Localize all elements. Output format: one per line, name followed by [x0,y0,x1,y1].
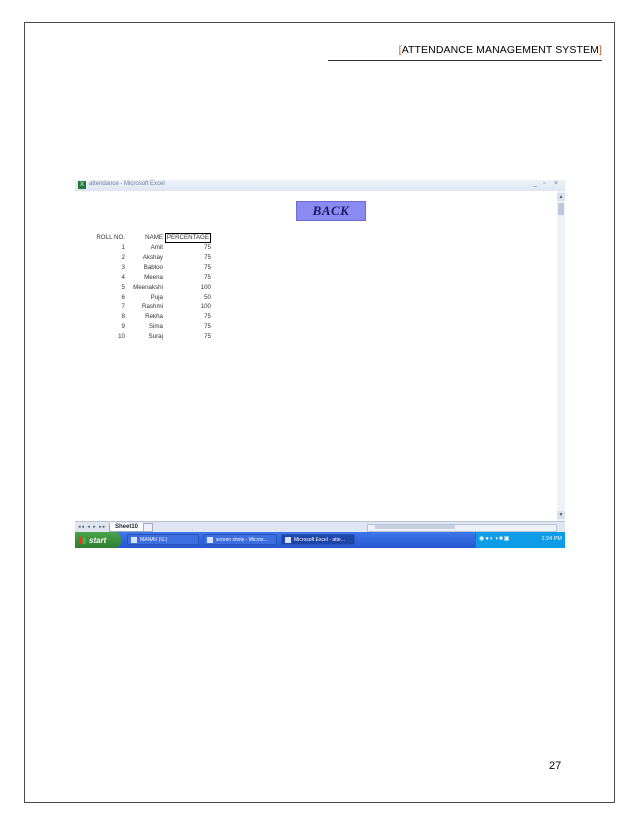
tray-icons[interactable]: ◉●◐◑■▣ [479,535,510,542]
document-icon [207,537,213,543]
header-name: NAME [145,234,163,241]
cell-roll-no[interactable]: 9 [75,323,125,331]
excel-icon [285,537,291,543]
cell-name[interactable]: Rekha [123,313,163,321]
cell-name[interactable]: Puja [123,294,163,302]
minimize-icon[interactable]: _ [533,180,537,187]
taskbar-item-label: screen shots - Micros... [216,537,268,543]
cell-name[interactable]: Sima [123,323,163,331]
cell-percentage[interactable]: 75 [165,313,211,321]
cell-percentage[interactable]: 75 [165,244,211,252]
cell-name[interactable]: Akshay [123,254,163,262]
excel-app-icon: X [78,181,86,189]
scroll-down-icon[interactable]: ▼ [557,511,565,519]
windows-flag-icon [79,536,86,544]
cell-roll-no[interactable]: 4 [75,274,125,282]
insert-sheet-icon[interactable] [143,523,153,532]
cell-percentage[interactable]: 75 [165,264,211,272]
header-percentage-selected-cell[interactable]: PERCENTAGE [165,233,211,243]
cell-percentage[interactable]: 75 [165,274,211,282]
taskbar-item-label: Microsoft Excel - atte... [294,537,345,543]
cell-roll-no[interactable]: 3 [75,264,125,272]
cell-name[interactable]: Meenakshi [123,284,163,292]
cell-percentage[interactable]: 100 [165,284,211,292]
sheet-nav-arrows-icon[interactable]: ◂◂ ◂ ▸ ▸▸ [78,524,106,530]
cell-roll-no[interactable]: 1 [75,244,125,252]
tab-sheet10[interactable]: Sheet10 [109,523,145,532]
cell-name[interactable]: Suraj [123,333,163,341]
window-title: attendance - Microsoft Excel [89,181,165,187]
cell-percentage[interactable]: 75 [165,323,211,331]
worksheet-area[interactable]: BACK ROLL NO. NAME PERCENTAGE 1 Amit 75 2 Ak… [75,191,557,521]
windows-taskbar: start MANAV (G:) screen shots - Micros..… [75,532,565,548]
cell-roll-no[interactable]: 10 [75,333,125,341]
horizontal-scroll-thumb[interactable] [375,525,455,529]
cell-roll-no[interactable]: 2 [75,254,125,262]
back-button[interactable]: BACK [296,201,366,221]
cell-name[interactable]: Rashmi [123,303,163,311]
taskbar-item-excel[interactable]: Microsoft Excel - atte... [281,534,355,545]
taskbar-item-screenshots[interactable]: screen shots - Micros... [203,534,277,545]
drive-icon [131,537,137,543]
start-button[interactable]: start [75,532,121,548]
scroll-up-icon[interactable]: ▲ [557,193,565,201]
system-tray: ◉●◐◑■▣ 1:24 PM [475,532,565,548]
cell-roll-no[interactable]: 7 [75,303,125,311]
maximize-icon[interactable]: ▫ [543,180,545,187]
close-icon[interactable]: × [554,180,558,187]
header-roll-no: ROLL NO. [96,234,125,241]
cell-roll-no[interactable]: 8 [75,313,125,321]
vertical-scrollbar[interactable]: ▲ ▼ [557,191,565,521]
cell-name[interactable]: Amit [123,244,163,252]
cell-percentage[interactable]: 75 [165,254,211,262]
header-title-text: ATTENDANCE MANAGEMENT SYSTEM [401,44,599,56]
taskbar-item-label: MANAV (G:) [140,537,168,543]
cell-name[interactable]: Meena [123,274,163,282]
document-header-title: [ATTENDANCE MANAGEMENT SYSTEM] [399,44,602,56]
excel-screenshot: X attendance - Microsoft Excel _ ▫ × BAC… [75,180,565,548]
header-rule [328,60,602,61]
start-label: start [89,535,107,545]
page-number: 27 [549,760,562,772]
cell-percentage[interactable]: 75 [165,333,211,341]
cell-percentage[interactable]: 50 [165,294,211,302]
window-titlebar: X attendance - Microsoft Excel _ ▫ × [75,180,565,191]
cell-name[interactable]: Babloo [123,264,163,272]
cell-roll-no[interactable]: 6 [75,294,125,302]
cell-roll-no[interactable]: 5 [75,284,125,292]
vertical-scroll-thumb[interactable] [558,203,564,215]
taskbar-item-drive[interactable]: MANAV (G:) [127,534,199,545]
cell-percentage[interactable]: 100 [165,303,211,311]
clock[interactable]: 1:24 PM [542,536,562,542]
bracket-close: ] [598,44,602,56]
